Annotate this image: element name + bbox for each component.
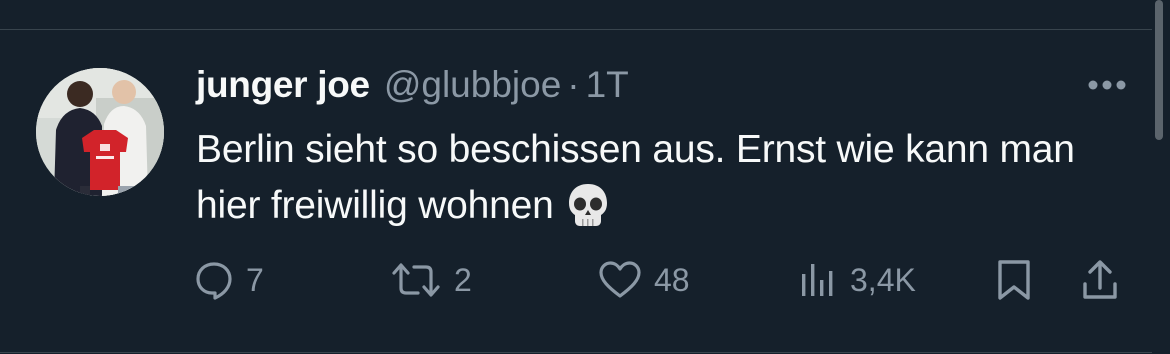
like-button[interactable]: 48 <box>598 258 690 302</box>
views-count: 3,4K <box>850 261 916 298</box>
skull-icon <box>566 182 610 228</box>
display-name[interactable]: junger joe <box>196 64 370 106</box>
tweet-text: Berlin sieht so beschissen aus. Ernst wi… <box>196 122 1136 234</box>
reply-count: 7 <box>246 261 264 298</box>
scrollbar[interactable] <box>1155 0 1163 140</box>
views-button[interactable]: 3,4K <box>798 258 916 302</box>
timestamp[interactable]: 1T <box>586 64 629 106</box>
reply-button[interactable]: 7 <box>194 258 264 302</box>
retweet-icon <box>390 260 442 300</box>
views-icon <box>798 260 838 300</box>
avatar[interactable] <box>36 68 164 196</box>
retweet-count: 2 <box>454 261 472 298</box>
retweet-button[interactable]: 2 <box>390 258 472 302</box>
bottom-divider <box>0 352 1152 353</box>
like-count: 48 <box>654 261 690 298</box>
share-icon <box>1080 258 1120 302</box>
bookmark-button[interactable] <box>994 258 1034 302</box>
share-button[interactable] <box>1080 258 1120 302</box>
separator-dot: · <box>567 64 580 105</box>
tweet[interactable]: junger joe @glubbjoe · 1T Berlin sieht s… <box>0 30 1152 352</box>
tweet-header: junger joe @glubbjoe · 1T <box>196 64 629 114</box>
more-options-icon[interactable] <box>1086 78 1128 92</box>
tweet-actions: 7 2 48 3,4K <box>194 258 1134 302</box>
bookmark-icon <box>994 258 1034 302</box>
tweet-text-content: Berlin sieht so beschissen aus. Ernst wi… <box>196 128 1075 227</box>
heart-icon <box>598 260 642 300</box>
reply-icon <box>194 260 234 300</box>
user-handle[interactable]: @glubbjoe <box>384 64 561 106</box>
